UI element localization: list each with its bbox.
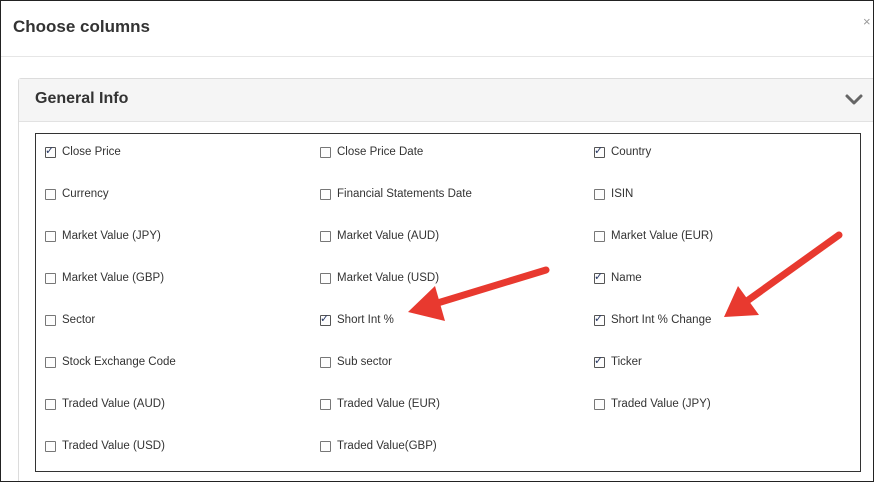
column-option-label: Country	[611, 146, 652, 158]
column-checkbox[interactable]: ✓	[320, 272, 331, 284]
column-option-label: Traded Value (EUR)	[337, 398, 440, 410]
checkmark-icon: ✓	[594, 312, 604, 325]
column-checkbox[interactable]: ✓	[594, 398, 605, 410]
chevron-down-icon[interactable]	[844, 89, 864, 109]
column-checkbox[interactable]: ✓	[45, 356, 56, 368]
column-option[interactable]: ✓ Name	[594, 270, 642, 286]
column-option[interactable]: ✓ Short Int % Change	[594, 312, 711, 328]
column-option[interactable]: ✓ Market Value (AUD)	[320, 228, 439, 244]
checkmark-icon: ✓	[594, 270, 604, 283]
column-checkbox[interactable]: ✓	[594, 188, 605, 200]
column-option-label: Market Value (EUR)	[611, 230, 714, 242]
column-option[interactable]: ✓ Close Price	[45, 144, 121, 160]
column-checkbox[interactable]: ✓	[320, 440, 331, 452]
column-option[interactable]: ✓ Close Price Date	[320, 144, 423, 160]
column-option-label: Traded Value (USD)	[62, 440, 165, 452]
column-option-label: ISIN	[611, 188, 634, 200]
column-option[interactable]: ✓ Stock Exchange Code	[45, 354, 176, 370]
column-option-label: Market Value (JPY)	[62, 230, 161, 242]
column-option[interactable]: ✓ Traded Value (JPY)	[594, 396, 711, 412]
column-option-label: Sub sector	[337, 356, 392, 368]
column-checkbox[interactable]: ✓	[45, 188, 56, 200]
column-checkbox[interactable]: ✓	[594, 270, 605, 284]
panel-header[interactable]: General Info	[19, 79, 873, 122]
column-checkbox[interactable]: ✓	[45, 440, 56, 452]
column-checkbox[interactable]: ✓	[594, 230, 605, 242]
choose-columns-dialog: Choose columns × General Info ✓ Close Pri…	[0, 0, 874, 482]
checkmark-icon: ✓	[594, 144, 604, 157]
column-option[interactable]: ✓ Market Value (USD)	[320, 270, 439, 286]
column-option-label: Market Value (GBP)	[62, 272, 165, 284]
column-option-label: Ticker	[611, 356, 642, 368]
column-option-label: Traded Value(GBP)	[337, 440, 437, 452]
column-checkbox[interactable]: ✓	[320, 188, 331, 200]
column-option[interactable]: ✓ Financial Statements Date	[320, 186, 472, 202]
column-option-label: Name	[611, 272, 642, 284]
column-checkbox[interactable]: ✓	[320, 312, 331, 326]
column-options-grid: ✓ Close Price ✓ Close Price Date ✓ Country ✓ Cu…	[35, 133, 861, 472]
column-checkbox[interactable]: ✓	[594, 312, 605, 326]
dialog-title: Choose columns	[13, 17, 150, 36]
column-option[interactable]: ✓ ISIN	[594, 186, 633, 202]
column-option[interactable]: ✓ Currency	[45, 186, 109, 202]
column-option[interactable]: ✓ Traded Value (USD)	[45, 438, 165, 454]
column-checkbox[interactable]: ✓	[594, 144, 605, 158]
column-checkbox[interactable]: ✓	[320, 398, 331, 410]
column-option-label: Stock Exchange Code	[62, 356, 176, 368]
column-option[interactable]: ✓ Market Value (JPY)	[45, 228, 161, 244]
column-option[interactable]: ✓ Country	[594, 144, 651, 160]
column-option[interactable]: ✓ Short Int %	[320, 312, 394, 328]
dialog-header: Choose columns ×	[1, 1, 873, 57]
column-option-label: Financial Statements Date	[337, 188, 472, 200]
column-option-label: Traded Value (AUD)	[62, 398, 165, 410]
column-option[interactable]: ✓ Traded Value(GBP)	[320, 438, 437, 454]
column-option-label: Short Int % Change	[611, 314, 712, 326]
column-checkbox[interactable]: ✓	[45, 314, 56, 326]
column-checkbox[interactable]: ✓	[320, 146, 331, 158]
column-option[interactable]: ✓ Ticker	[594, 354, 642, 370]
column-option[interactable]: ✓ Market Value (GBP)	[45, 270, 164, 286]
column-checkbox[interactable]: ✓	[320, 230, 331, 242]
column-option-label: Close Price	[62, 146, 121, 158]
column-option[interactable]: ✓ Market Value (EUR)	[594, 228, 713, 244]
column-checkbox[interactable]: ✓	[45, 144, 56, 158]
column-option-label: Sector	[62, 314, 96, 326]
column-option-label: Market Value (USD)	[337, 272, 440, 284]
column-option-label: Currency	[62, 188, 109, 200]
column-checkbox[interactable]: ✓	[45, 272, 56, 284]
column-option[interactable]: ✓ Sub sector	[320, 354, 392, 370]
column-checkbox[interactable]: ✓	[45, 398, 56, 410]
checkmark-icon: ✓	[45, 144, 55, 157]
column-option-label: Market Value (AUD)	[337, 230, 440, 242]
column-option[interactable]: ✓ Traded Value (EUR)	[320, 396, 440, 412]
checkmark-icon: ✓	[320, 312, 330, 325]
column-option[interactable]: ✓ Traded Value (AUD)	[45, 396, 165, 412]
general-info-panel: General Info ✓ Close Price ✓ Close Price Da…	[18, 78, 873, 481]
panel-title: General Info	[35, 90, 129, 107]
column-option-label: Close Price Date	[337, 146, 424, 158]
close-icon[interactable]: ×	[863, 15, 871, 28]
column-checkbox[interactable]: ✓	[594, 354, 605, 368]
column-option[interactable]: ✓ Sector	[45, 312, 95, 328]
column-checkbox[interactable]: ✓	[320, 356, 331, 368]
column-checkbox[interactable]: ✓	[45, 230, 56, 242]
column-option-label: Traded Value (JPY)	[611, 398, 711, 410]
checkmark-icon: ✓	[594, 354, 604, 367]
column-option-label: Short Int %	[337, 314, 394, 326]
